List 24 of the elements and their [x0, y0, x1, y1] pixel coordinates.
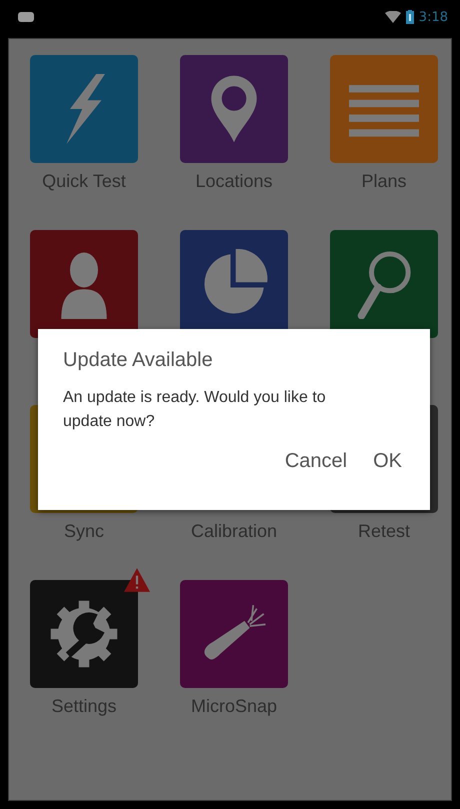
battery-icon: [406, 10, 414, 24]
tile-label: Sync: [64, 521, 104, 542]
tile-label: Locations: [195, 171, 273, 192]
app-tile[interactable]: [180, 580, 288, 688]
app-tile[interactable]: [330, 230, 438, 338]
tile-label: Settings: [51, 696, 117, 717]
app-tile[interactable]: [30, 230, 138, 338]
gear-wrench-icon: [49, 599, 119, 669]
dialog-message: An update is ready. Would you like to update now?: [63, 388, 327, 432]
app-tile[interactable]: [180, 55, 288, 163]
clock-time: 3:18: [418, 10, 448, 24]
tile-label: Plans: [361, 171, 407, 192]
app-tile[interactable]: [30, 580, 138, 688]
app-tile[interactable]: [30, 55, 138, 163]
wifi-icon: [384, 11, 401, 23]
notification-icon: [18, 12, 34, 22]
tile-label: MicroSnap: [190, 696, 278, 717]
app-tile[interactable]: [330, 55, 438, 163]
tile-label: Retest: [358, 521, 410, 542]
dialog-button[interactable]: OK: [373, 450, 402, 473]
tile-label: Calibration: [190, 521, 278, 542]
dialog-button[interactable]: Cancel: [284, 450, 348, 473]
tile-label: Quick Test: [42, 171, 126, 192]
dialog-title: Update Available: [63, 349, 214, 372]
